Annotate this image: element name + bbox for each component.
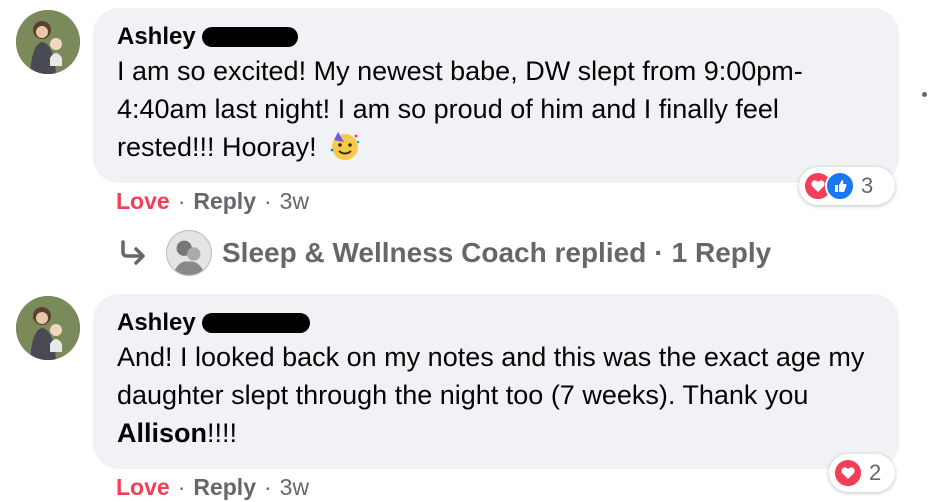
- comment-actions: Love · Reply · 3w: [116, 474, 309, 501]
- coach-avatar: [166, 230, 212, 276]
- reaction-summary[interactable]: 3: [799, 167, 895, 205]
- reply-button[interactable]: Reply: [193, 188, 256, 215]
- comment-text-content: And! I looked back on my notes and this …: [117, 342, 865, 410]
- reply-arrow-icon: [121, 240, 145, 265]
- like-reaction-icon: [825, 171, 855, 201]
- comment-author[interactable]: Ashley: [117, 22, 875, 52]
- comment-bubble: Ashley I am so excited! My newest babe, …: [93, 8, 899, 183]
- comment-text: And! I looked back on my notes and this …: [117, 338, 875, 452]
- separator-dot: ·: [177, 188, 186, 214]
- reaction-count: 2: [869, 460, 882, 485]
- timestamp[interactable]: 3w: [280, 188, 309, 215]
- comment-text-end: !!!!: [207, 418, 238, 448]
- partying-face-icon: [328, 128, 362, 162]
- avatar-photo: [16, 296, 80, 360]
- comment-text: I am so excited! My newest babe, DW slep…: [117, 52, 875, 166]
- view-replies-link[interactable]: Sleep & Wellness Coach replied · 1 Reply: [118, 230, 771, 276]
- redacted-name: [201, 27, 298, 47]
- comment-bubble: Ashley And! I looked back on my notes an…: [93, 294, 899, 469]
- commenter-avatar[interactable]: [16, 10, 80, 74]
- reply-button[interactable]: Reply: [193, 474, 256, 501]
- reaction-count: 3: [861, 173, 874, 198]
- comment-actions: Love · Reply · 3w: [116, 188, 309, 215]
- reaction-summary[interactable]: 2: [829, 454, 895, 492]
- separator-dot: ·: [654, 237, 664, 268]
- author-name[interactable]: Ashley: [117, 308, 196, 338]
- avatar-photo: [16, 10, 80, 74]
- commenter-avatar[interactable]: [16, 296, 80, 360]
- love-button[interactable]: Love: [116, 188, 170, 215]
- separator-dot: ·: [177, 474, 186, 500]
- mentioned-name[interactable]: Allison: [117, 418, 207, 448]
- author-name[interactable]: Ashley: [117, 22, 196, 52]
- separator-dot: ·: [264, 188, 272, 214]
- more-options-icon[interactable]: [922, 92, 927, 97]
- comment-text-content: I am so excited! My newest babe, DW slep…: [117, 56, 803, 162]
- replier-label: Sleep & Wellness Coach replied: [222, 237, 647, 268]
- love-reaction-icon: [833, 458, 863, 488]
- comment-author[interactable]: Ashley: [117, 308, 875, 338]
- timestamp[interactable]: 3w: [280, 474, 309, 501]
- redacted-name: [201, 313, 310, 333]
- love-button[interactable]: Love: [116, 474, 170, 501]
- reply-count: 1 Reply: [671, 237, 772, 268]
- separator-dot: ·: [264, 474, 272, 500]
